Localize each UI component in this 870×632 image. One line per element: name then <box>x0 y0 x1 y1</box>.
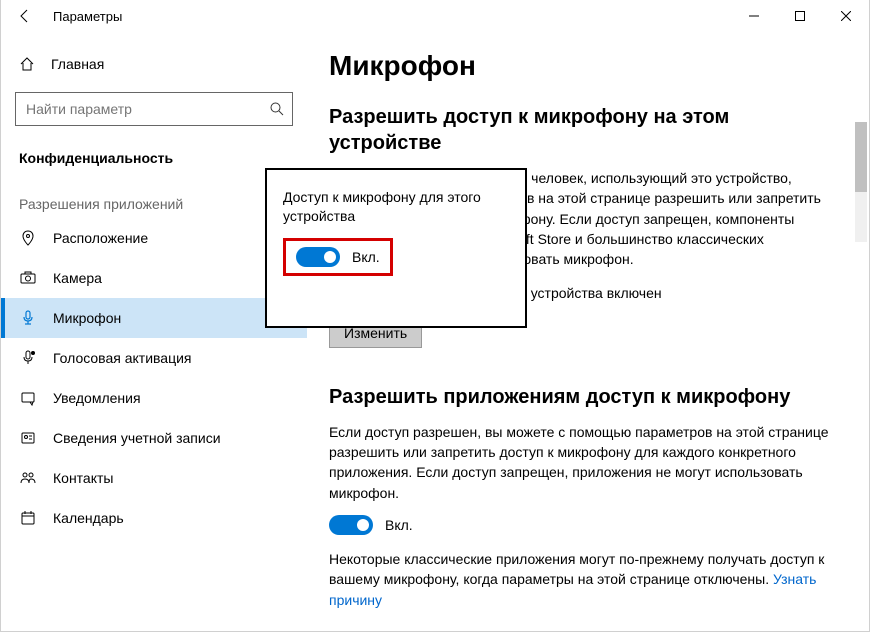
sidebar-item-voice-activation[interactable]: Голосовая активация <box>1 338 307 378</box>
section2-description: Если доступ разрешен, вы можете с помощь… <box>329 422 839 503</box>
callout-box: Доступ к микрофону для этого устройства … <box>265 168 527 328</box>
scrollbar-thumb[interactable] <box>855 122 867 192</box>
calendar-icon <box>19 510 37 526</box>
section2-note: Некоторые классические приложения могут … <box>329 549 839 610</box>
sidebar-item-camera[interactable]: Камера <box>1 258 307 298</box>
content-scrollbar[interactable] <box>855 122 867 242</box>
notifications-icon <box>19 390 37 406</box>
camera-icon <box>19 270 37 286</box>
sidebar-section: Конфиденциальность <box>1 140 307 176</box>
voice-activation-icon <box>19 350 37 366</box>
microphone-icon <box>19 310 37 326</box>
contacts-icon <box>19 470 37 486</box>
sidebar-item-label: Уведомления <box>53 390 141 406</box>
close-button[interactable] <box>823 0 869 32</box>
sidebar-item-label: Камера <box>53 270 102 286</box>
minimize-button[interactable] <box>731 0 777 32</box>
sidebar-item-account-info[interactable]: Сведения учетной записи <box>1 418 307 458</box>
maximize-button[interactable] <box>777 0 823 32</box>
page-title: Микрофон <box>329 50 847 82</box>
search-input[interactable] <box>15 92 293 126</box>
sidebar-item-label: Сведения учетной записи <box>53 430 221 446</box>
account-info-icon <box>19 430 37 446</box>
back-button[interactable] <box>9 0 41 32</box>
callout-text: Доступ к микрофону для этого устройства <box>283 188 509 226</box>
sidebar-item-label: Контакты <box>53 470 113 486</box>
sidebar-item-label: Расположение <box>53 230 148 246</box>
device-access-toggle-label: Вкл. <box>352 249 380 265</box>
sidebar-item-label: Голосовая активация <box>53 350 192 366</box>
sidebar-item-label: Микрофон <box>53 310 121 326</box>
home-label: Главная <box>51 56 104 72</box>
sidebar-item-label: Календарь <box>53 510 124 526</box>
sidebar-item-microphone[interactable]: Микрофон <box>1 298 307 338</box>
window-title: Параметры <box>53 9 122 24</box>
sidebar-item-contacts[interactable]: Контакты <box>1 458 307 498</box>
sidebar-item-calendar[interactable]: Календарь <box>1 498 307 538</box>
section1-heading: Разрешить доступ к микрофону на этом уст… <box>329 104 847 156</box>
home-button[interactable]: Главная <box>1 44 307 84</box>
location-icon <box>19 230 37 246</box>
section2-heading: Разрешить приложениям доступ к микрофону <box>329 384 847 410</box>
sidebar-item-location[interactable]: Расположение <box>1 218 307 258</box>
sidebar-item-notifications[interactable]: Уведомления <box>1 378 307 418</box>
home-icon <box>19 56 35 72</box>
apps-access-toggle-label: Вкл. <box>385 517 413 533</box>
sidebar-group-label: Разрешения приложений <box>1 176 307 218</box>
device-access-toggle[interactable] <box>296 247 340 267</box>
callout-highlight: Вкл. <box>283 238 393 276</box>
apps-access-toggle[interactable] <box>329 515 373 535</box>
